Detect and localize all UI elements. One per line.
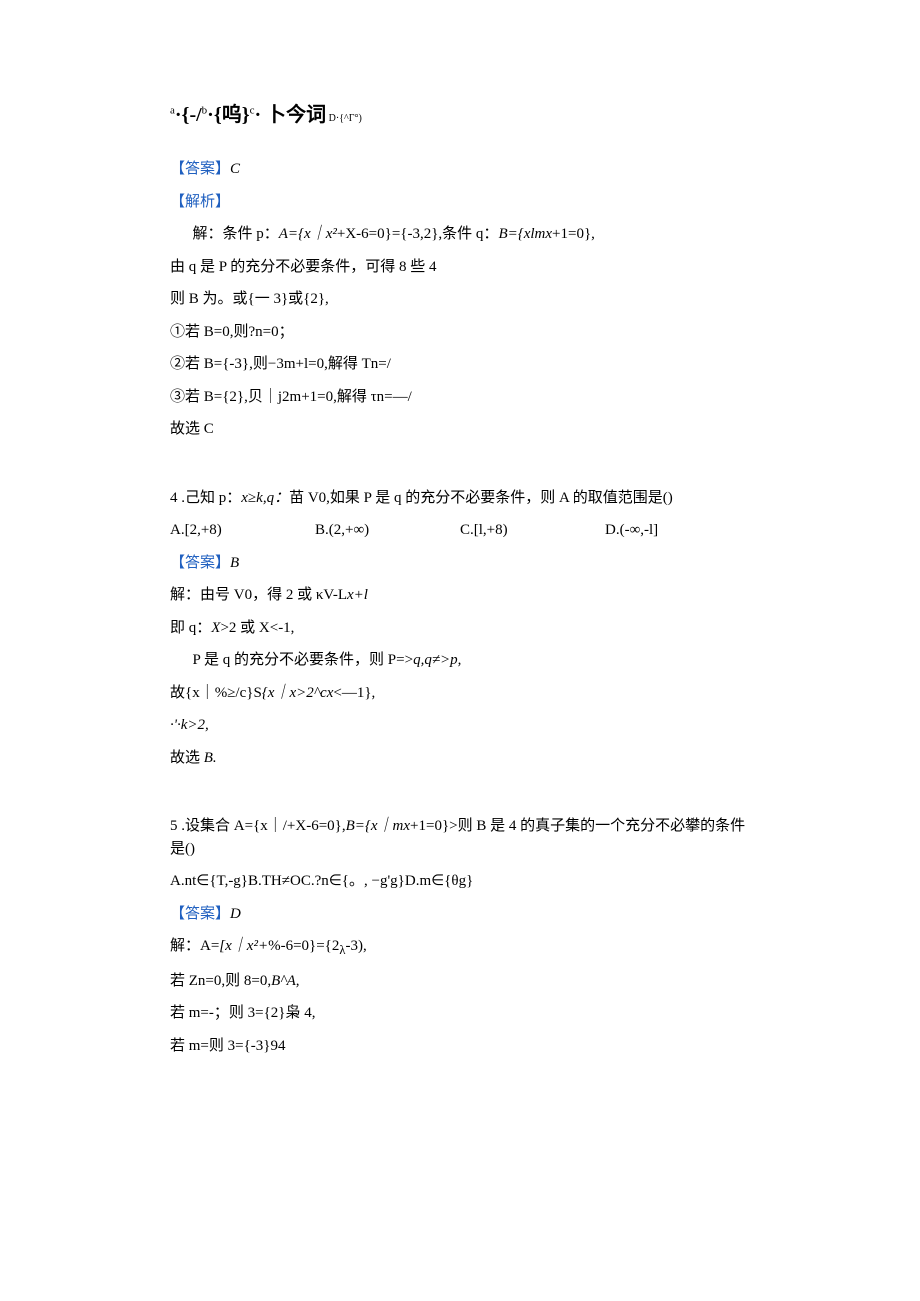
q5-line2: 若 Zn=0,则 8=0,B^A, xyxy=(170,970,750,993)
q4-line3: P 是 q 的充分不必要条件，则 P=>q,q≠>p, xyxy=(170,649,750,672)
answer-value: C xyxy=(230,161,240,177)
q3-option-line: a·{-/b·{呜}c· 卜今词 D·{^Γ°) xyxy=(170,100,750,130)
q5-stem: 5 .设集合 A={x｜/+X-6=0},B={x｜mx+1=0}>则 B 是 … xyxy=(170,815,750,860)
q4-stem: 4 .己知 p：x≥k,q：苗 V0,如果 P 是 q 的充分不必要条件，则 A… xyxy=(170,487,750,510)
q5-line3: 若 m=-；则 3={2}枭 4, xyxy=(170,1002,750,1025)
q4-opt-d: D.(-∞,-l] xyxy=(605,519,750,542)
q4-line1: 解：由号 V0，得 2 或 κV-Lx+l xyxy=(170,584,750,607)
q3-line2: 由 q 是 P 的充分不必要条件，可得 8 些 4 xyxy=(170,256,750,279)
answer-value: D xyxy=(230,906,241,922)
q5-options: A.nt∈{T,-g}B.TH≠OC.?n∈{。, −g'g}D.m∈{θg} xyxy=(170,870,750,893)
q4-opt-a: A.[2,+8) xyxy=(170,519,315,542)
q4-line5: ·'·k>2, xyxy=(170,714,750,737)
opt-c: · 卜今词 xyxy=(255,104,327,126)
q3-line7: 故选 C xyxy=(170,418,750,441)
q4-options: A.[2,+8) B.(2,+∞) C.[l,+8) D.(-∞,-l] xyxy=(170,519,750,542)
answer-label: 【答案】 xyxy=(170,161,230,177)
q4-line6: 故选 B. xyxy=(170,747,750,770)
q3-line3: 则 B 为。或{一 3}或{2}, xyxy=(170,288,750,311)
answer-label: 【答案】 xyxy=(170,555,230,571)
q4-line2: 即 q：X>2 或 X<-1, xyxy=(170,617,750,640)
answer-label: 【答案】 xyxy=(170,906,230,922)
q3-line6: ③若 B={2},贝｜j2m+1=0,解得 τn=—/ xyxy=(170,386,750,409)
q3-explain-label: 【解析】 xyxy=(170,191,750,214)
q4-opt-b: B.(2,+∞) xyxy=(315,519,460,542)
answer-value: B xyxy=(230,555,239,571)
q3-line1: 解：条件 p：A={x｜x²+X-6=0}={-3,2},条件 q：B={xlm… xyxy=(170,223,750,246)
opt-b: ·{呜} xyxy=(207,104,249,126)
q3-answer: 【答案】C xyxy=(170,158,750,181)
q4-opt-c: C.[l,+8) xyxy=(460,519,605,542)
q5-line1: 解：A=[x｜x²+%-6=0}={2λ-3), xyxy=(170,935,750,960)
q4-answer: 【答案】B xyxy=(170,552,750,575)
q5-line4: 若 m=则 3={-3}94 xyxy=(170,1035,750,1058)
q5-answer: 【答案】D xyxy=(170,903,750,926)
opt-d: D·{^Γ°) xyxy=(326,113,362,124)
opt-a: ·{-/ xyxy=(175,104,202,126)
q3-line4: ①若 B=0,则?n=0； xyxy=(170,321,750,344)
q4-line4: 故{x｜%≥/c}S{x｜x>2^cx<—1}, xyxy=(170,682,750,705)
q3-line5: ②若 B={-3},则−3m+l=0,解得 Tn=/ xyxy=(170,353,750,376)
